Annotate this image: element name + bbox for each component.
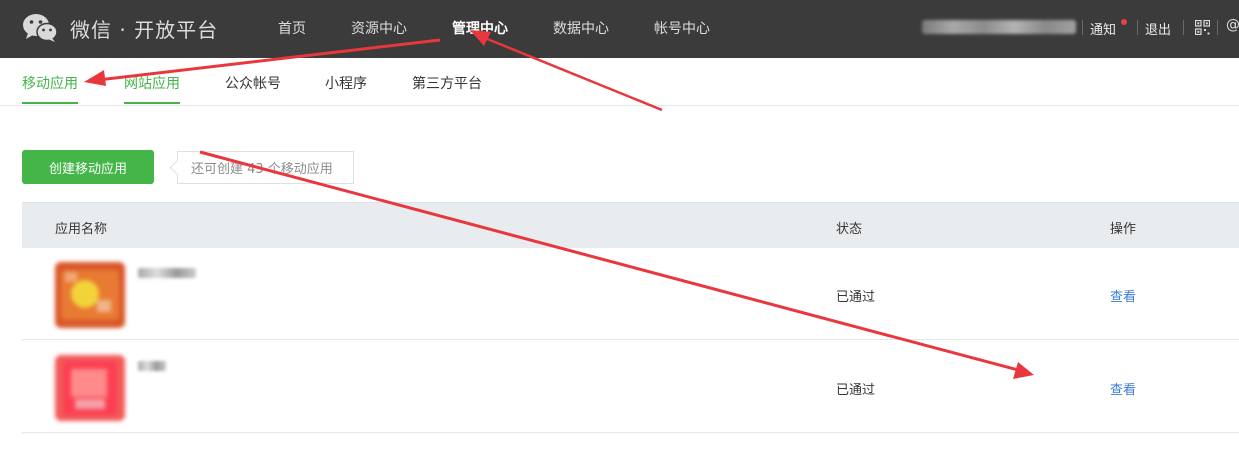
divider	[1082, 20, 1083, 35]
logout-link[interactable]: 退出	[1145, 19, 1171, 38]
subnav-website-apps[interactable]: 网站应用	[124, 73, 180, 93]
status-text: 已通过	[836, 383, 876, 398]
nav-data-center[interactable]: 数据中心	[553, 18, 609, 38]
tab-indicator	[124, 102, 180, 104]
app-icon	[55, 262, 125, 328]
app-name-redacted[interactable]	[138, 361, 166, 371]
active-tab-indicator	[22, 102, 78, 104]
app-name-redacted[interactable]	[138, 268, 196, 278]
remaining-quota-text: 还可创建 43 个移动应用	[191, 162, 333, 177]
view-link[interactable]: 查看	[1110, 379, 1136, 398]
view-link[interactable]: 查看	[1110, 286, 1136, 305]
create-mobile-app-button[interactable]: 创建移动应用	[22, 150, 154, 184]
status-text: 已通过	[836, 290, 876, 305]
nav-home[interactable]: 首页	[278, 18, 306, 38]
subnav-official-accounts[interactable]: 公众帐号	[225, 73, 281, 93]
divider	[1137, 20, 1138, 35]
qr-code-icon[interactable]	[1195, 20, 1210, 35]
brand-title: 微信 · 开放平台	[70, 17, 219, 42]
notification-badge	[1121, 19, 1127, 25]
nav-resource-center[interactable]: 资源中心	[351, 18, 407, 38]
remaining-quota-tip: 还可创建 43 个移动应用	[177, 151, 354, 184]
subnav-mini-programs[interactable]: 小程序	[325, 73, 367, 93]
sub-navigation: 移动应用 网站应用 公众帐号 小程序 第三方平台	[0, 58, 1239, 106]
subnav-mobile-apps[interactable]: 移动应用	[22, 73, 78, 93]
account-name-redacted[interactable]	[922, 20, 1076, 34]
table-row: 已通过 查看	[22, 248, 1239, 340]
wechat-logo-icon	[23, 14, 58, 42]
brand[interactable]: 微信 · 开放平台	[22, 11, 218, 45]
app-icon	[55, 355, 125, 421]
nav-management-center[interactable]: 管理中心	[452, 18, 508, 38]
column-actions: 操作	[1110, 222, 1137, 237]
column-status: 状态	[836, 222, 863, 237]
table-header: 应用名称 状态 操作	[22, 202, 1239, 248]
column-app-name: 应用名称	[55, 222, 108, 237]
top-navigation-bar: 微信 · 开放平台 首页 资源中心 管理中心 数据中心 帐号中心 通知 退出 @	[0, 0, 1239, 58]
divider	[1183, 20, 1184, 35]
notification-link[interactable]: 通知	[1090, 19, 1116, 38]
divider	[1217, 20, 1218, 35]
at-icon[interactable]: @	[1226, 17, 1239, 33]
table-row: 已通过 查看	[22, 341, 1239, 433]
subnav-third-party-platform[interactable]: 第三方平台	[412, 73, 482, 93]
nav-account-center[interactable]: 帐号中心	[654, 18, 710, 38]
